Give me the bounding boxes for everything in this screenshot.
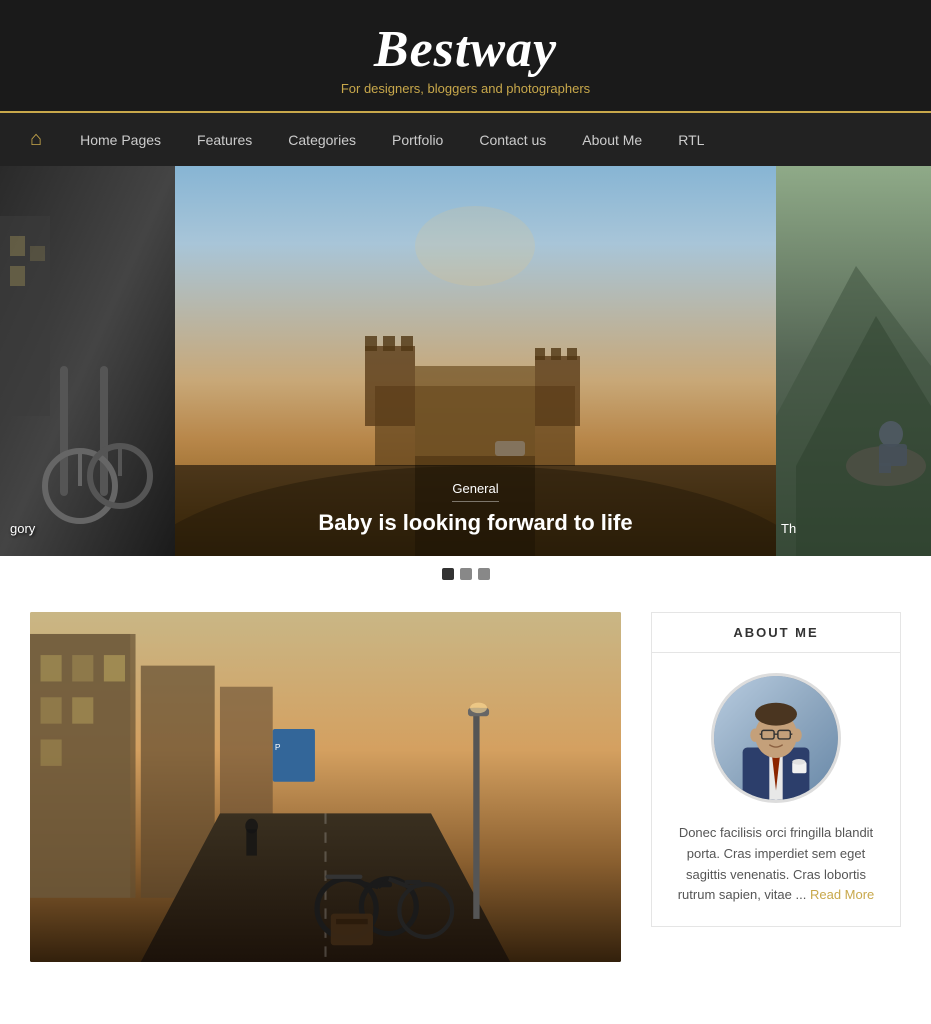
slider-dot-3[interactable] [478,568,490,580]
nav-item-portfolio[interactable]: Portfolio [374,114,461,166]
slide-right-inner: Th [776,166,931,556]
right-slide-graphic [776,166,931,556]
slider-dots [0,556,931,592]
read-more-link[interactable]: Read More [810,887,874,902]
site-tagline: For designers, bloggers and photographer… [0,81,931,96]
about-me-widget: ABOUT ME [651,612,901,927]
right-slide-label: Th [781,521,796,536]
home-icon[interactable]: ⌂ [30,113,62,166]
slide-center-overlay: General Baby is looking forward to life [175,465,776,556]
nav-item-categories[interactable]: Categories [270,114,374,166]
blog-main: P [30,612,621,962]
nav-item-features[interactable]: Features [179,114,270,166]
main-nav: ⌂ Home Pages Features Categories Portfol… [0,111,931,166]
left-slide-label: gory [10,521,35,536]
slide-category: General [452,481,498,502]
nav-link-categories[interactable]: Categories [270,114,374,166]
about-me-text: Donec facilisis orci fringilla blandit p… [652,818,900,911]
nav-item-home-pages[interactable]: Home Pages [62,114,179,166]
slide-left[interactable]: gory [0,166,175,556]
slide-center[interactable]: General Baby is looking forward to life [175,166,776,556]
site-header: Bestway For designers, bloggers and phot… [0,0,931,111]
slider-track: gory [0,166,931,556]
slide-right[interactable]: Th [776,166,931,556]
site-title: Bestway [0,20,931,79]
widget-title: ABOUT ME [652,613,900,653]
nav-items: Home Pages Features Categories Portfolio… [62,114,722,166]
left-slide-graphic [0,166,175,556]
slide-title: Baby is looking forward to life [195,510,756,536]
nav-link-contact[interactable]: Contact us [461,114,564,166]
nav-link-features[interactable]: Features [179,114,270,166]
slider-section: gory [0,166,931,556]
nav-link-about-me[interactable]: About Me [564,114,660,166]
nav-link-portfolio[interactable]: Portfolio [374,114,461,166]
sidebar: ABOUT ME [651,612,901,962]
slide-left-inner: gory [0,166,175,556]
avatar-circle[interactable] [711,673,841,803]
nav-item-about-me[interactable]: About Me [564,114,660,166]
slider-dot-1[interactable] [442,568,454,580]
svg-text:P: P [275,742,281,752]
nav-link-rtl[interactable]: RTL [660,114,722,166]
post-image-container[interactable]: P [30,612,621,962]
nav-link-home-pages[interactable]: Home Pages [62,114,179,166]
main-content: P ABOUT ME [0,592,931,992]
street-photo: P [30,612,621,962]
nav-item-rtl[interactable]: RTL [660,114,722,166]
slider-dot-2[interactable] [460,568,472,580]
avatar-graphic [714,673,838,803]
about-me-avatar-container [652,653,900,818]
nav-item-contact[interactable]: Contact us [461,114,564,166]
